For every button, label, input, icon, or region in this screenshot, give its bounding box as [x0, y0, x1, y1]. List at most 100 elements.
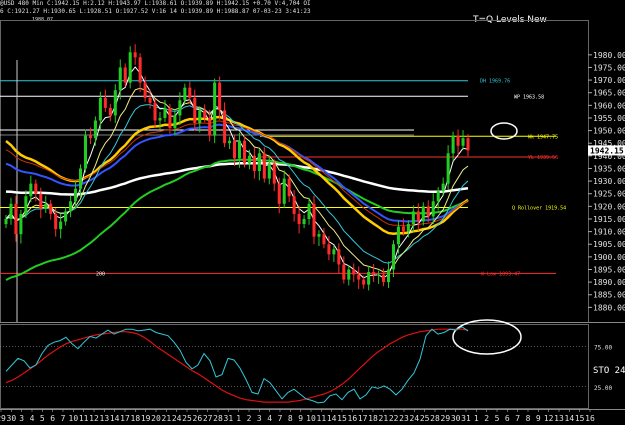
candle-body[interactable]	[451, 135, 455, 154]
candle-body[interactable]	[78, 168, 83, 189]
candle-body[interactable]	[297, 213, 301, 225]
candle-body[interactable]	[103, 97, 107, 108]
candle-body[interactable]	[401, 226, 405, 232]
candle-body[interactable]	[133, 52, 137, 58]
candle-body[interactable]	[406, 224, 410, 232]
candle-body[interactable]	[64, 211, 68, 222]
candle-body[interactable]	[352, 269, 356, 275]
candle-body[interactable]	[277, 183, 281, 204]
candle-body[interactable]	[436, 191, 440, 202]
candle-body[interactable]	[93, 120, 97, 139]
candle-body[interactable]	[193, 97, 197, 124]
candle-body[interactable]	[466, 138, 470, 151]
candle-body[interactable]	[128, 52, 132, 83]
candle-body[interactable]	[377, 274, 381, 276]
candle-body[interactable]	[14, 203, 18, 235]
candle-body[interactable]	[123, 67, 127, 83]
last-price-label: 1942.15	[590, 146, 624, 155]
candle-body[interactable]	[88, 135, 92, 139]
x-tick-label: 27	[203, 414, 213, 423]
candle-body[interactable]	[302, 218, 306, 225]
x-tick-label: 31	[461, 414, 471, 423]
candle-body[interactable]	[49, 203, 53, 214]
candle-body[interactable]	[287, 178, 291, 197]
candle-body[interactable]	[178, 100, 182, 116]
candle-body[interactable]	[237, 140, 242, 159]
candle-body[interactable]	[218, 82, 222, 111]
candle-body[interactable]	[153, 102, 157, 121]
candle-body[interactable]	[208, 117, 212, 136]
candle-body[interactable]	[262, 153, 266, 179]
candle-body[interactable]	[367, 272, 371, 285]
candle-body[interactable]	[357, 274, 361, 280]
candle-body[interactable]	[317, 234, 321, 237]
candle-body[interactable]	[332, 249, 336, 255]
candle-body[interactable]	[59, 221, 63, 230]
candle-body[interactable]	[69, 201, 73, 212]
candle-body[interactable]	[342, 264, 346, 280]
candle-body[interactable]	[456, 135, 460, 146]
candle-body[interactable]	[143, 82, 147, 98]
ma-yellow-line	[5, 115, 469, 236]
candle-body[interactable]	[74, 188, 78, 202]
candle-body[interactable]	[441, 183, 445, 192]
candle-body[interactable]	[9, 203, 13, 219]
candle-body[interactable]	[158, 117, 162, 121]
candle-body[interactable]	[19, 213, 23, 235]
candle-body[interactable]	[322, 234, 326, 245]
candle-body[interactable]	[54, 213, 58, 230]
candle-body[interactable]	[232, 140, 237, 159]
candle-body[interactable]	[267, 163, 271, 179]
candle-body[interactable]	[242, 140, 246, 164]
candle-body[interactable]	[426, 206, 430, 217]
candle-body[interactable]	[272, 163, 276, 184]
candle-body[interactable]	[138, 57, 142, 83]
candle-body[interactable]	[362, 279, 366, 285]
candle-body[interactable]	[24, 196, 28, 214]
candle-body[interactable]	[203, 110, 207, 118]
chart-area[interactable]: 1980.00 1975.00 1970.00 1965.00 1960.00 1955.…	[0, 0, 625, 425]
candle-body[interactable]	[44, 203, 48, 209]
candle-body[interactable]	[327, 244, 331, 255]
candle-body[interactable]	[421, 206, 425, 222]
candle-body[interactable]	[307, 203, 311, 219]
candle-body[interactable]	[34, 183, 38, 194]
candle-body[interactable]	[382, 274, 386, 283]
chart-svg[interactable]: 1980.001975.001970.001965.001960.001955.…	[0, 0, 625, 425]
candle-body[interactable]	[396, 226, 400, 245]
candle-body[interactable]	[39, 193, 43, 209]
candle-body[interactable]	[198, 110, 202, 124]
candle-body[interactable]	[257, 153, 261, 171]
candle-body[interactable]	[312, 203, 316, 237]
candle-body[interactable]	[461, 138, 465, 146]
candle-body[interactable]	[372, 272, 376, 275]
candle-body[interactable]	[386, 269, 391, 283]
candle-body[interactable]	[83, 135, 88, 169]
candle-body[interactable]	[337, 249, 341, 265]
candle-body[interactable]	[173, 115, 177, 129]
candle-body[interactable]	[282, 178, 286, 204]
candle-body[interactable]	[391, 244, 396, 270]
candle-body[interactable]	[163, 107, 167, 118]
candle-body[interactable]	[411, 211, 415, 225]
candle-body[interactable]	[148, 97, 152, 103]
candle-body[interactable]	[108, 107, 112, 116]
candle-body[interactable]	[292, 196, 296, 214]
candle-body[interactable]	[168, 107, 172, 129]
candle-body[interactable]	[247, 155, 251, 164]
candle-body[interactable]	[188, 87, 192, 98]
candle-body[interactable]	[29, 183, 33, 197]
candle-body[interactable]	[98, 97, 102, 121]
candle-body[interactable]	[347, 269, 351, 280]
candle-body[interactable]	[431, 201, 435, 217]
candle-body[interactable]	[113, 90, 117, 116]
candle-body[interactable]	[118, 67, 122, 91]
candle-body[interactable]	[228, 140, 232, 144]
candle-body[interactable]	[4, 218, 8, 225]
candle-body[interactable]	[446, 153, 450, 184]
candle-body[interactable]	[223, 110, 227, 144]
candle-body[interactable]	[213, 82, 217, 136]
candle-body[interactable]	[416, 211, 420, 222]
candle-body[interactable]	[252, 155, 256, 171]
candle-body[interactable]	[183, 87, 187, 101]
